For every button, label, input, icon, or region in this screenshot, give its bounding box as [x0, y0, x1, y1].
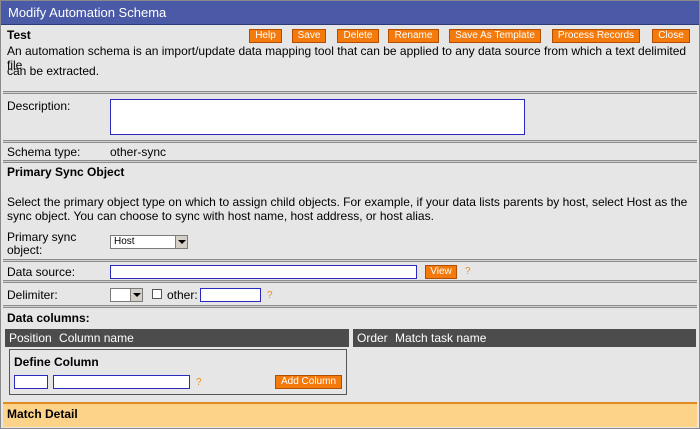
- data-columns-heading: Data columns:: [7, 311, 90, 325]
- help-mark-icon[interactable]: ?: [267, 290, 273, 301]
- view-button[interactable]: View: [425, 265, 457, 279]
- primary-sync-help-line1: Select the primary object type on which …: [7, 195, 688, 209]
- divider: [3, 305, 697, 308]
- close-button[interactable]: Close: [652, 29, 690, 43]
- save-button[interactable]: Save: [292, 29, 326, 43]
- define-column-heading: Define Column: [14, 355, 99, 369]
- divider: [3, 140, 697, 143]
- match-detail-heading: Match Detail: [7, 407, 78, 421]
- description-label: Description:: [7, 99, 71, 113]
- column-name-field[interactable]: [53, 375, 190, 389]
- delete-button[interactable]: Delete: [337, 29, 379, 43]
- chevron-down-icon: [175, 236, 187, 248]
- description-field[interactable]: [110, 99, 525, 135]
- match-table-header: Order Match task name: [353, 329, 696, 347]
- primary-sync-selected: Host: [114, 236, 135, 247]
- schema-type-label: Schema type:: [7, 145, 81, 159]
- position-column-header: Position: [9, 331, 52, 345]
- other-delimiter-checkbox[interactable]: [152, 289, 162, 299]
- save-as-template-button[interactable]: Save As Template: [449, 29, 541, 43]
- column-name-header: Column name: [59, 331, 134, 345]
- intro-text-line1: An automation schema is an import/update…: [7, 44, 687, 72]
- data-source-label: Data source:: [7, 265, 76, 279]
- divider: [3, 160, 697, 163]
- define-column-panel: Define Column ? Add Column: [9, 349, 347, 395]
- order-column-header: Order: [357, 331, 388, 345]
- primary-sync-label-line1: Primary sync: [7, 230, 77, 244]
- help-button[interactable]: Help: [249, 29, 282, 43]
- schema-type-value: other-sync: [110, 145, 167, 159]
- delimiter-label: Delimiter:: [7, 288, 58, 302]
- help-mark-icon[interactable]: ?: [465, 266, 471, 277]
- match-task-name-header: Match task name: [395, 331, 487, 345]
- chevron-down-icon: [130, 289, 142, 301]
- divider: [3, 259, 697, 262]
- rename-button[interactable]: Rename: [388, 29, 439, 43]
- window-title: Modify Automation Schema: [1, 1, 699, 25]
- data-source-field[interactable]: [110, 265, 417, 279]
- primary-sync-help-line2: sync object. You can choose to sync with…: [7, 209, 434, 223]
- schema-name: Test: [7, 28, 31, 42]
- schema-window: Modify Automation Schema Test Help Save …: [0, 0, 700, 429]
- primary-sync-label-line2: object:: [7, 243, 43, 257]
- column-table-header: Position Column name: [5, 329, 349, 347]
- process-records-button[interactable]: Process Records: [552, 29, 640, 43]
- other-label: other:: [167, 288, 198, 302]
- match-detail-section: Match Detail: [3, 402, 697, 427]
- divider: [3, 91, 697, 94]
- intro-text-line2: can be extracted.: [7, 64, 100, 78]
- other-delimiter-field[interactable]: [200, 288, 261, 302]
- primary-sync-heading: Primary Sync Object: [7, 165, 125, 179]
- primary-sync-select[interactable]: Host: [110, 235, 188, 249]
- help-mark-icon[interactable]: ?: [196, 377, 202, 388]
- column-position-field[interactable]: [14, 375, 48, 389]
- delimiter-select[interactable]: [110, 288, 143, 302]
- divider: [3, 280, 697, 283]
- add-column-button[interactable]: Add Column: [275, 375, 342, 389]
